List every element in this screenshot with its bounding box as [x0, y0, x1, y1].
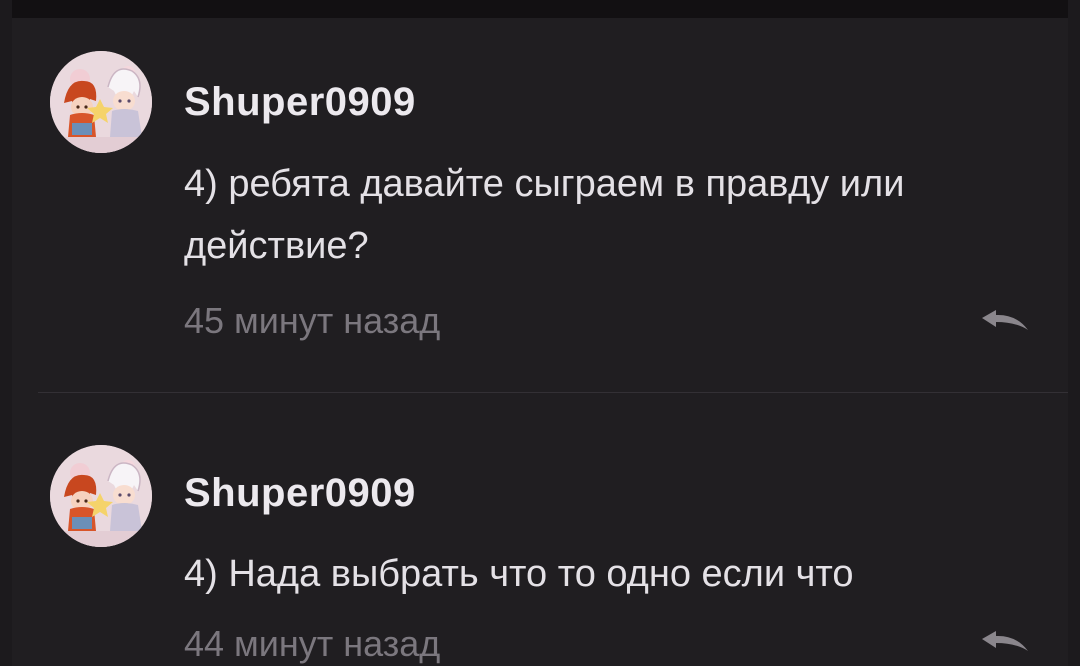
- comment-feed: Shuper0909 4) ребята давайте сыграем в п…: [12, 18, 1068, 666]
- comment-timestamp: 45 минут назад: [184, 300, 441, 341]
- comment-text: 4) Нада выбрать что то одно если что: [184, 553, 854, 595]
- top-gap: [0, 0, 1080, 18]
- user-avatar[interactable]: [50, 445, 152, 547]
- reply-arrow-icon[interactable]: [980, 308, 1032, 336]
- comment-text: 4) ребята давайте сыграем в правду или д…: [184, 163, 905, 267]
- right-edge: [1068, 0, 1080, 666]
- comment-item: Shuper0909 4) Нада выбрать что то одно е…: [12, 393, 1068, 666]
- left-edge: [0, 0, 12, 666]
- reply-arrow-icon[interactable]: [980, 629, 1032, 657]
- user-avatar[interactable]: [50, 51, 152, 153]
- username[interactable]: Shuper0909: [184, 471, 416, 516]
- anime-avatar-icon: [50, 51, 152, 153]
- anime-avatar-icon: [50, 445, 152, 547]
- comments-screen: Shuper0909 4) ребята давайте сыграем в п…: [0, 0, 1080, 666]
- comment-item: Shuper0909 4) ребята давайте сыграем в п…: [12, 18, 1068, 392]
- comment-timestamp: 44 минут назад: [184, 623, 441, 664]
- username[interactable]: Shuper0909: [184, 80, 416, 125]
